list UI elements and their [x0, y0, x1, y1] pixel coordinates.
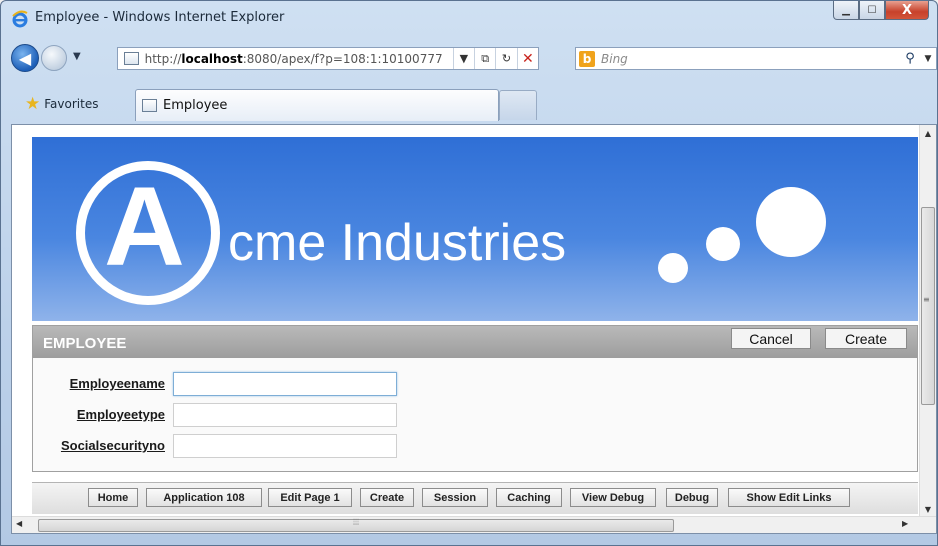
forward-button[interactable]: [41, 45, 67, 71]
dev-caching-button[interactable]: Caching: [496, 488, 562, 507]
favorites-label: Favorites: [44, 97, 99, 111]
developer-toolbar: Home Application 108 Edit Page 1 Create …: [32, 482, 918, 514]
magnifier-icon[interactable]: ⚲: [900, 51, 920, 66]
acme-banner: A cme Industries: [32, 137, 918, 321]
address-dropdown-icon[interactable]: ▼: [452, 48, 474, 69]
address-bar[interactable]: http://localhost:8080/apex/f?p=108:1:101…: [117, 47, 539, 70]
back-arrow-icon: ◀: [18, 48, 32, 68]
employee-region: EMPLOYEE Cancel Create Employeename Empl…: [32, 325, 918, 472]
favorites-bar: ★ Favorites Employee: [1, 87, 937, 123]
employeetype-field[interactable]: [173, 403, 397, 427]
dev-application-button[interactable]: Application 108: [146, 488, 262, 507]
tab-title: Employee: [163, 98, 228, 113]
navigation-bar: ◀ ▼ http://localhost:8080/apex/f?p=108:1…: [1, 41, 937, 75]
minimize-button[interactable]: ▁: [833, 1, 859, 20]
region-title: EMPLOYEE: [43, 335, 127, 352]
bing-logo-icon: b: [579, 50, 595, 67]
dev-home-button[interactable]: Home: [88, 488, 138, 507]
ie-logo-icon: [12, 10, 28, 28]
page-content: A cme Industries EMPLOYEE Cancel Create …: [12, 125, 920, 518]
scroll-left-icon[interactable]: ◀: [16, 519, 22, 528]
dev-view-debug-button[interactable]: View Debug: [570, 488, 656, 507]
favorites-button[interactable]: ★ Favorites: [25, 93, 98, 115]
horizontal-scroll-thumb[interactable]: ⦙⦙⦙: [38, 518, 674, 532]
stop-icon[interactable]: ✕: [516, 48, 538, 69]
page-icon: [124, 52, 139, 65]
cancel-button[interactable]: Cancel: [731, 328, 811, 349]
close-button[interactable]: X: [885, 1, 929, 20]
tab-employee[interactable]: Employee: [135, 89, 499, 121]
logo-letter: A: [104, 164, 185, 289]
window-controls: ▁ ☐ X: [833, 1, 929, 21]
dev-edit-page-button[interactable]: Edit Page 1: [268, 488, 352, 507]
search-options-dropdown-icon[interactable]: ▼: [920, 54, 936, 64]
grip-icon: ≡: [923, 295, 930, 304]
refresh-icon[interactable]: ↻: [495, 48, 516, 69]
grip-icon: ⦙⦙⦙: [353, 518, 360, 528]
create-button[interactable]: Create: [825, 328, 907, 349]
dev-debug-button[interactable]: Debug: [666, 488, 718, 507]
dev-session-button[interactable]: Session: [422, 488, 488, 507]
company-name: cme Industries: [228, 214, 567, 272]
title-bar: Employee - Windows Internet Explorer ▁ ☐…: [1, 1, 937, 37]
address-url[interactable]: http://localhost:8080/apex/f?p=108:1:101…: [145, 52, 453, 66]
search-box[interactable]: b Bing ⚲ ▼: [575, 47, 937, 70]
horizontal-scrollbar[interactable]: ◀ ⦙⦙⦙ ▶: [12, 516, 936, 533]
scroll-up-icon[interactable]: ▲: [920, 125, 936, 142]
search-input[interactable]: Bing: [601, 52, 900, 66]
employeetype-label[interactable]: Employeetype: [77, 407, 165, 422]
socialsecurityno-field[interactable]: [173, 434, 397, 458]
region-header: EMPLOYEE Cancel Create: [33, 326, 917, 358]
dev-create-button[interactable]: Create: [360, 488, 414, 507]
employeename-row: Employeename: [33, 372, 917, 396]
banner-dot-large: [756, 187, 826, 257]
star-icon: ★: [25, 94, 41, 114]
back-button[interactable]: ◀: [11, 44, 39, 72]
compatibility-view-icon[interactable]: ⧉: [473, 48, 495, 69]
scroll-right-icon[interactable]: ▶: [902, 519, 908, 528]
vertical-scrollbar[interactable]: ▲ ≡ ▼: [919, 125, 936, 518]
new-tab-button[interactable]: [499, 90, 537, 120]
socialsecurityno-row: Socialsecurityno: [33, 434, 917, 458]
browser-window: Employee - Windows Internet Explorer ▁ ☐…: [0, 0, 938, 546]
socialsecurityno-label[interactable]: Socialsecurityno: [61, 438, 165, 453]
dev-show-edit-links-button[interactable]: Show Edit Links: [728, 488, 850, 507]
maximize-button[interactable]: ☐: [859, 1, 885, 20]
window-title: Employee - Windows Internet Explorer: [35, 10, 285, 25]
employeename-field[interactable]: [173, 372, 397, 396]
vertical-scroll-thumb[interactable]: [921, 207, 935, 405]
employeetype-row: Employeetype: [33, 403, 917, 427]
employeename-label[interactable]: Employeename: [70, 376, 165, 391]
recent-pages-dropdown-icon[interactable]: ▼: [73, 51, 81, 62]
page-icon: [142, 99, 157, 112]
page-viewport: A cme Industries EMPLOYEE Cancel Create …: [11, 124, 937, 534]
banner-dot-medium: [706, 227, 740, 261]
banner-dot-small: [658, 253, 688, 283]
